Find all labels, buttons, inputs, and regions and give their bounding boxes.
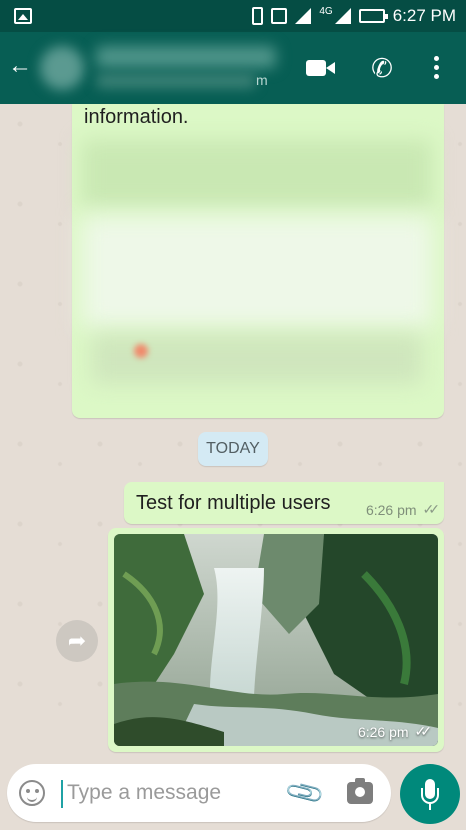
status-time: 6:27 PM xyxy=(392,6,456,25)
blurred-content xyxy=(134,344,148,358)
battery-charging-icon xyxy=(358,9,388,23)
message-input-container[interactable]: Type a message 📎 xyxy=(7,764,391,822)
message-text: Test for multiple users xyxy=(136,492,331,514)
emoji-icon[interactable] xyxy=(19,780,45,806)
contact-subtitle-blurred xyxy=(96,74,256,88)
attach-icon[interactable]: 📎 xyxy=(283,771,327,814)
text-caret xyxy=(61,780,63,808)
status-bar: 4G 6:27 PM xyxy=(0,0,466,32)
blurred-content xyxy=(82,216,432,328)
message-time: 6:26 pm xyxy=(357,723,409,740)
message-time: 6:26 pm xyxy=(365,501,417,518)
image-message-bubble[interactable]: 6:26 pm ✓✓ xyxy=(108,528,444,752)
message-input[interactable]: Type a message xyxy=(67,781,221,805)
waterfall-image[interactable]: 6:26 pm ✓✓ xyxy=(114,534,438,746)
message-meta: 6:26 pm ✓✓ xyxy=(365,501,441,518)
back-arrow-icon[interactable]: ← xyxy=(8,54,32,78)
phone-icon xyxy=(252,7,264,25)
camera-icon[interactable] xyxy=(347,778,373,804)
phone-call-icon[interactable]: ✆ xyxy=(366,52,398,84)
date-divider-badge: TODAY xyxy=(198,432,268,466)
chat-area[interactable]: information. TODAY Test for multiple use… xyxy=(0,104,466,754)
signal-icon xyxy=(334,8,351,24)
outgoing-message-bubble[interactable]: information. xyxy=(72,104,444,418)
double-check-icon: ✓✓ xyxy=(422,501,441,517)
signal-icon xyxy=(295,8,312,24)
double-check-icon: ✓✓ xyxy=(414,723,433,739)
message-meta: 6:26 pm ✓✓ xyxy=(357,723,433,740)
message-text: information. xyxy=(84,106,189,128)
avatar[interactable] xyxy=(40,46,84,90)
blurred-content xyxy=(92,334,422,384)
status-icons: 4G 6:27 PM xyxy=(252,5,456,27)
network-type-label: 4G xyxy=(319,6,333,17)
outgoing-message-bubble[interactable]: Test for multiple users 6:26 pm ✓✓ xyxy=(124,482,444,524)
chat-header: ← m ✆ xyxy=(0,32,466,104)
waterfall-image-art xyxy=(114,534,438,746)
image-icon xyxy=(14,8,32,24)
mic-button[interactable] xyxy=(400,764,460,824)
more-vert-icon[interactable] xyxy=(424,52,448,84)
contact-name-blurred[interactable] xyxy=(96,46,276,68)
forward-icon[interactable]: ➦ xyxy=(56,620,98,662)
video-call-icon[interactable] xyxy=(304,52,336,84)
composer-bar: Type a message 📎 xyxy=(0,754,466,830)
blurred-content xyxy=(82,140,432,208)
vibrate-icon xyxy=(271,8,288,24)
contact-subtitle-text: m xyxy=(256,72,268,88)
